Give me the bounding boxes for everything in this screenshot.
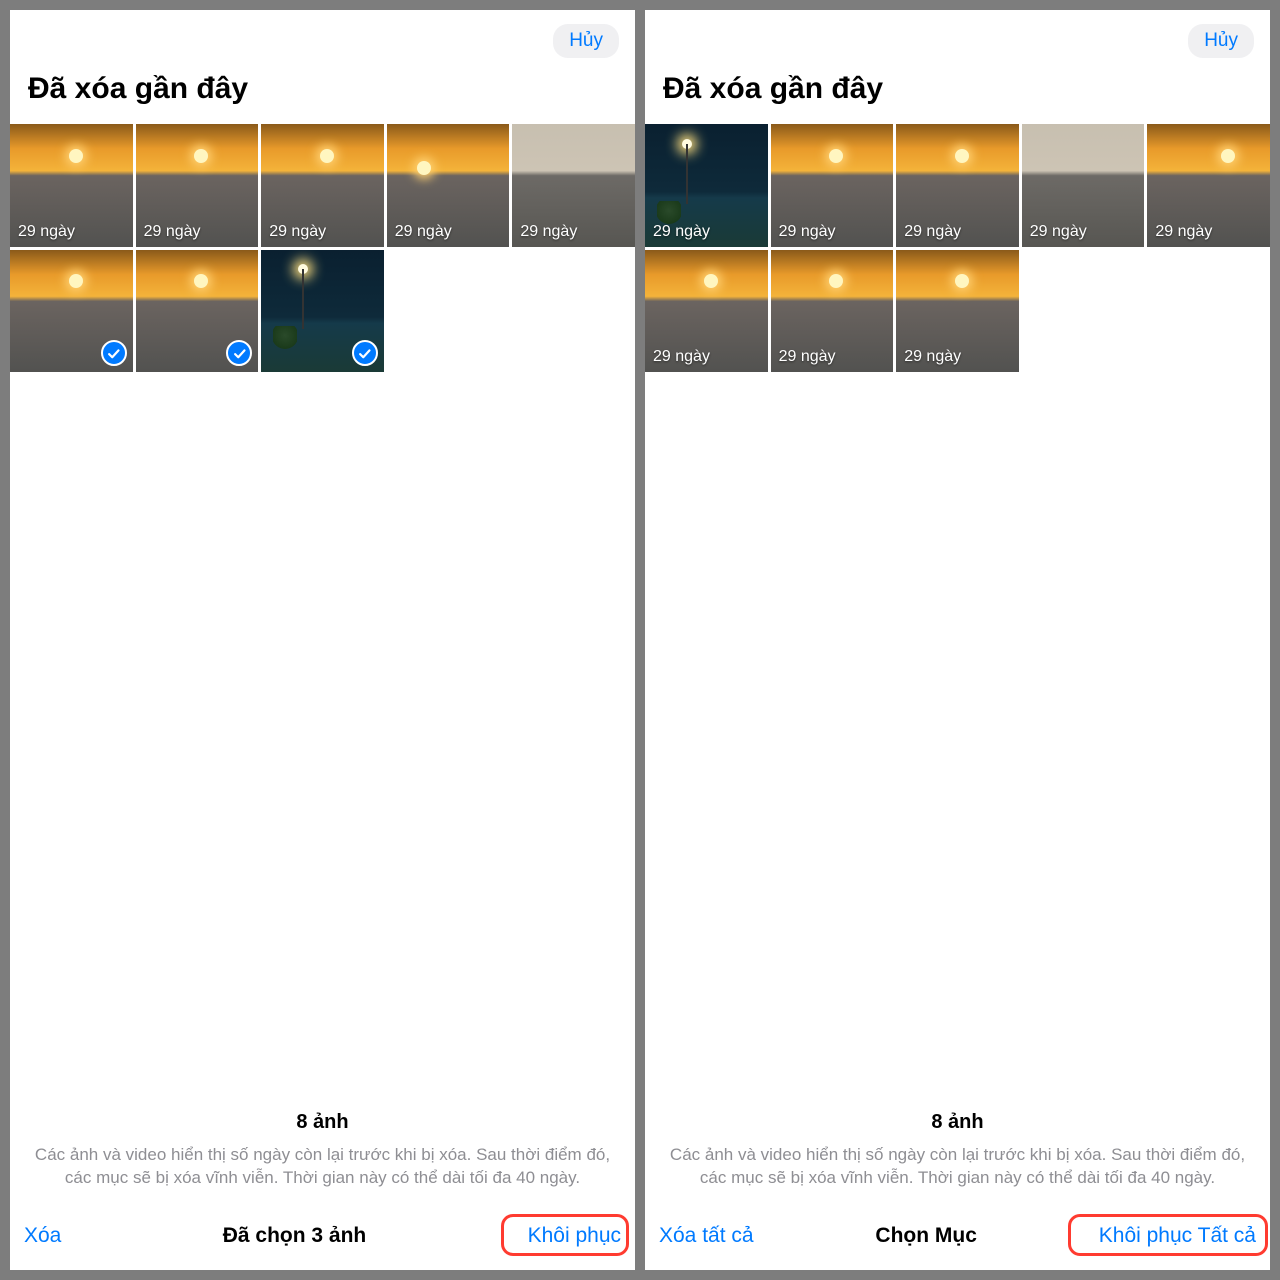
recover-button[interactable]: Khôi phục <box>528 1224 621 1248</box>
sun-icon <box>194 274 208 288</box>
phone-pane-right: Hủy Đã xóa gần đây 29 ngày29 ngày29 ngày… <box>645 10 1270 1270</box>
photo-thumb[interactable]: 29 ngày <box>771 250 894 373</box>
days-remaining-label: 29 ngày <box>520 223 577 241</box>
selected-check-icon <box>101 340 127 366</box>
days-remaining-label: 29 ngày <box>904 223 961 241</box>
photo-thumb[interactable]: 29 ngày <box>1022 124 1145 247</box>
phone-pane-left: Hủy Đã xóa gần đây 29 ngày29 ngày29 ngày… <box>10 10 635 1270</box>
photo-thumb[interactable]: 29 ngày <box>645 124 768 247</box>
photo-thumb[interactable]: 29 ngày <box>387 124 510 247</box>
photo-count: 8 ảnh <box>34 1109 611 1136</box>
sun-icon <box>1221 149 1235 163</box>
info-text: Các ảnh và video hiển thị số ngày còn lạ… <box>669 1144 1246 1190</box>
sun-icon <box>320 149 334 163</box>
days-remaining-label: 29 ngày <box>18 223 75 241</box>
days-remaining-label: 29 ngày <box>1155 223 1212 241</box>
bottom-toolbar: Xóa Đã chọn 3 ảnh Khôi phục <box>10 1208 635 1270</box>
delete-all-button[interactable]: Xóa tất cả <box>659 1224 754 1248</box>
photo-thumb[interactable]: 29 ngày <box>261 124 384 247</box>
cancel-button[interactable]: Hủy <box>1188 24 1254 58</box>
lamp-icon <box>298 264 308 274</box>
photo-thumb[interactable]: 29 ngày <box>136 124 259 247</box>
days-remaining-label: 29 ngày <box>653 223 710 241</box>
bottom-toolbar: Xóa tất cả Chọn Mục Khôi phục Tất cả <box>645 1208 1270 1270</box>
photo-thumb[interactable] <box>10 250 133 373</box>
photo-thumb[interactable]: 29 ngày <box>1147 124 1270 247</box>
select-items-button: Chọn Mục <box>875 1224 976 1248</box>
photo-thumb[interactable]: 29 ngày <box>771 124 894 247</box>
lamp-icon <box>682 139 692 149</box>
selected-check-icon <box>352 340 378 366</box>
photo-grid: 29 ngày 29 ngày 29 ngày 29 ngày 29 ngày 29 ng… <box>645 124 1270 372</box>
photo-thumb[interactable]: 29 ngày <box>896 124 1019 247</box>
tree-icon <box>273 326 297 350</box>
photo-thumb[interactable]: 29 ngày <box>512 124 635 247</box>
days-remaining-label: 29 ngày <box>395 223 452 241</box>
sun-icon <box>704 274 718 288</box>
page-title: Đã xóa gần đây <box>645 64 1270 124</box>
sun-icon <box>417 161 431 175</box>
days-remaining-label: 29 ngày <box>779 348 836 366</box>
selection-status: Đã chọn 3 ảnh <box>223 1224 367 1248</box>
page-title: Đã xóa gần đây <box>10 64 635 124</box>
sun-icon <box>955 149 969 163</box>
sun-icon <box>194 149 208 163</box>
footer-info: 8 ảnh Các ảnh và video hiển thị số ngày … <box>645 1109 1270 1208</box>
sun-icon <box>829 274 843 288</box>
sun-icon <box>829 149 843 163</box>
days-remaining-label: 29 ngày <box>1030 223 1087 241</box>
sun-icon <box>955 274 969 288</box>
cancel-button[interactable]: Hủy <box>553 24 619 58</box>
tree-icon <box>657 201 681 225</box>
photo-thumb[interactable]: 29 ngày <box>645 250 768 373</box>
footer-info: 8 ảnh Các ảnh và video hiển thị số ngày … <box>10 1109 635 1208</box>
photo-thumb[interactable] <box>136 250 259 373</box>
topbar: Hủy <box>10 10 635 64</box>
delete-button[interactable]: Xóa <box>24 1224 61 1248</box>
sun-icon <box>69 274 83 288</box>
days-remaining-label: 29 ngày <box>653 348 710 366</box>
photo-count: 8 ảnh <box>669 1109 1246 1136</box>
info-text: Các ảnh và video hiển thị số ngày còn lạ… <box>34 1144 611 1190</box>
photo-thumb[interactable]: 29 ngày <box>896 250 1019 373</box>
days-remaining-label: 29 ngày <box>904 348 961 366</box>
days-remaining-label: 29 ngày <box>144 223 201 241</box>
photo-thumb[interactable]: 29 ngày <box>10 124 133 247</box>
photo-thumb[interactable] <box>261 250 384 373</box>
photo-grid: 29 ngày 29 ngày 29 ngày 29 ngày 29 ngày <box>10 124 635 372</box>
recover-all-button[interactable]: Khôi phục Tất cả <box>1099 1224 1256 1248</box>
days-remaining-label: 29 ngày <box>779 223 836 241</box>
topbar: Hủy <box>645 10 1270 64</box>
days-remaining-label: 29 ngày <box>269 223 326 241</box>
sun-icon <box>69 149 83 163</box>
